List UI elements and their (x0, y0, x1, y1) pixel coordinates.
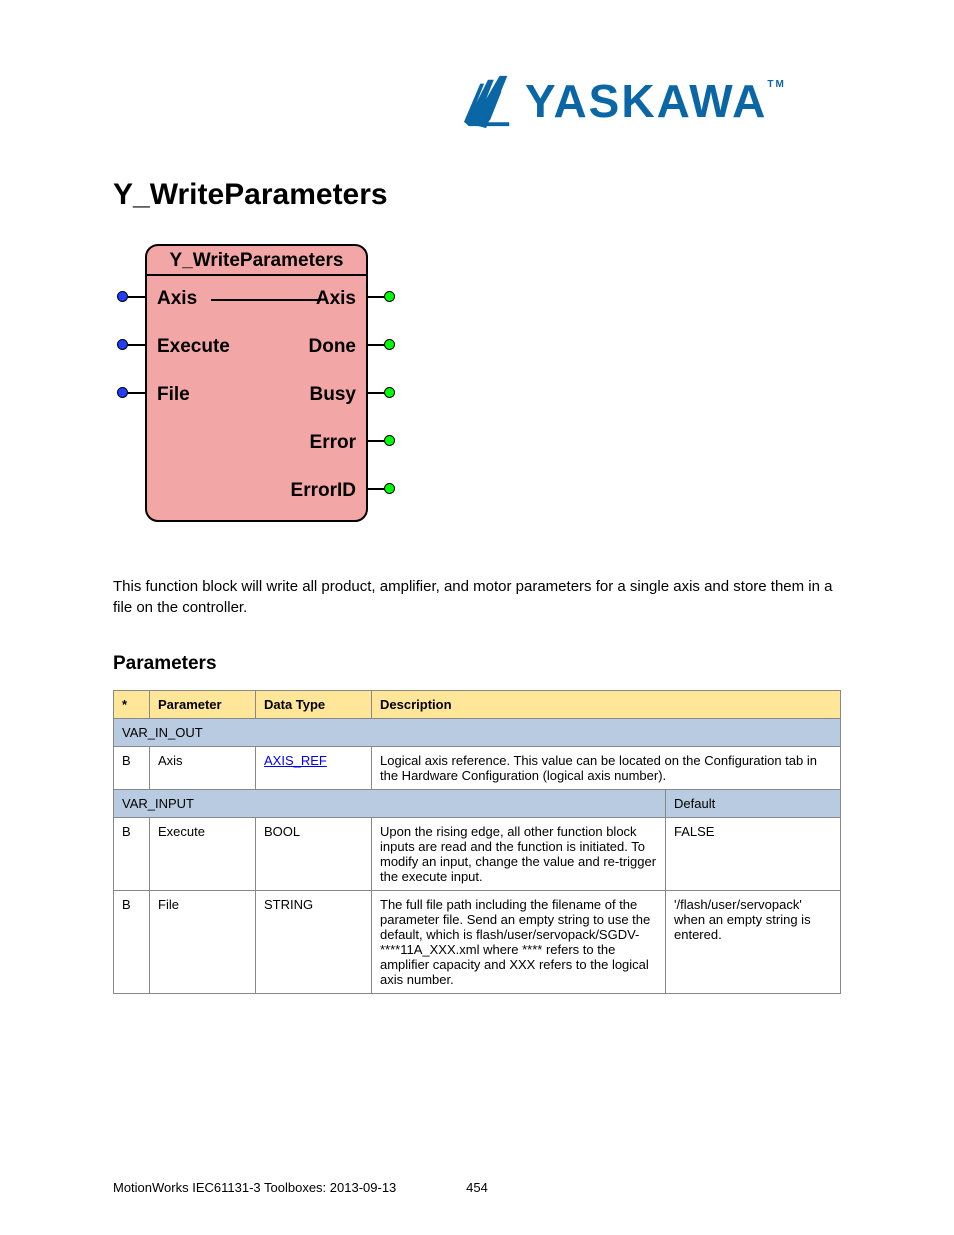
fb-output-dot-icon (384, 435, 395, 446)
fb-output-error: Error (310, 432, 356, 454)
cell-param: Axis (150, 747, 256, 790)
yaskawa-mark-icon (459, 72, 517, 130)
cell-default: FALSE (666, 818, 841, 891)
fb-output-errorid: ErrorID (291, 480, 356, 502)
table-row: B Execute BOOL Upon the rising edge, all… (114, 818, 841, 891)
fb-output-busy: Busy (310, 384, 356, 406)
fb-output-dot-icon (384, 483, 395, 494)
table-row: B File STRING The full file path includi… (114, 891, 841, 994)
col-header-parameter: Parameter (150, 691, 256, 719)
fb-output-dot-icon (384, 339, 395, 350)
cell-type: STRING (256, 891, 372, 994)
cell-desc: Upon the rising edge, all other function… (372, 818, 666, 891)
fb-output-dot-icon (384, 387, 395, 398)
cell-desc: Logical axis reference. This value can b… (372, 747, 841, 790)
fb-pin (366, 488, 386, 490)
section-label: VAR_INPUT (114, 790, 666, 818)
cell-type: BOOL (256, 818, 372, 891)
col-header-datatype: Data Type (256, 691, 372, 719)
axis-ref-link[interactable]: AXIS_REF (264, 753, 327, 768)
table-header-row: * Parameter Data Type Description (114, 691, 841, 719)
fb-box: Y_WriteParameters Axis Execute File Axis… (145, 244, 368, 522)
fb-pin (366, 392, 386, 394)
fb-pin (366, 296, 386, 298)
fb-pin (366, 344, 386, 346)
cell-type: AXIS_REF (256, 747, 372, 790)
fb-output-done: Done (309, 336, 357, 358)
cell-bv: B (114, 891, 150, 994)
fb-input-axis: Axis (157, 288, 197, 310)
cell-param: Execute (150, 818, 256, 891)
footer-page-number: 454 (0, 1180, 954, 1195)
description-text: This function block will write all produ… (113, 576, 843, 618)
fb-pin (127, 392, 147, 394)
logo-word: YASKAWA (525, 75, 767, 127)
fb-pin (127, 296, 147, 298)
logo-tm: TM (767, 79, 785, 90)
section-label: VAR_IN_OUT (114, 719, 841, 747)
fb-output-axis: Axis (316, 288, 356, 310)
brand-logo: YASKAWATM (459, 68, 859, 133)
fb-input-dot-icon (117, 387, 128, 398)
fb-passthrough-line (211, 299, 321, 301)
parameters-table: * Parameter Data Type Description VAR_IN… (113, 690, 841, 994)
fb-input-dot-icon (117, 291, 128, 302)
cell-bv: B (114, 747, 150, 790)
col-header-star: * (114, 691, 150, 719)
fb-pin (366, 440, 386, 442)
parameters-heading: Parameters (113, 653, 217, 675)
cell-param: File (150, 891, 256, 994)
section-default-header: Default (666, 790, 841, 818)
fb-input-file: File (157, 384, 190, 406)
cell-desc: The full file path including the filenam… (372, 891, 666, 994)
cell-default: '/flash/user/servopack' when an empty st… (666, 891, 841, 994)
col-header-description: Description (372, 691, 841, 719)
fb-input-execute: Execute (157, 336, 230, 358)
fb-pin (127, 344, 147, 346)
page-title: Y_WriteParameters (113, 178, 388, 212)
logo-text: YASKAWATM (525, 74, 786, 128)
section-var-in-out: VAR_IN_OUT (114, 719, 841, 747)
fb-output-dot-icon (384, 291, 395, 302)
fb-name: Y_WriteParameters (147, 246, 366, 276)
fb-input-dot-icon (117, 339, 128, 350)
section-var-input: VAR_INPUT Default (114, 790, 841, 818)
table-row: B Axis AXIS_REF Logical axis reference. … (114, 747, 841, 790)
cell-bv: B (114, 818, 150, 891)
